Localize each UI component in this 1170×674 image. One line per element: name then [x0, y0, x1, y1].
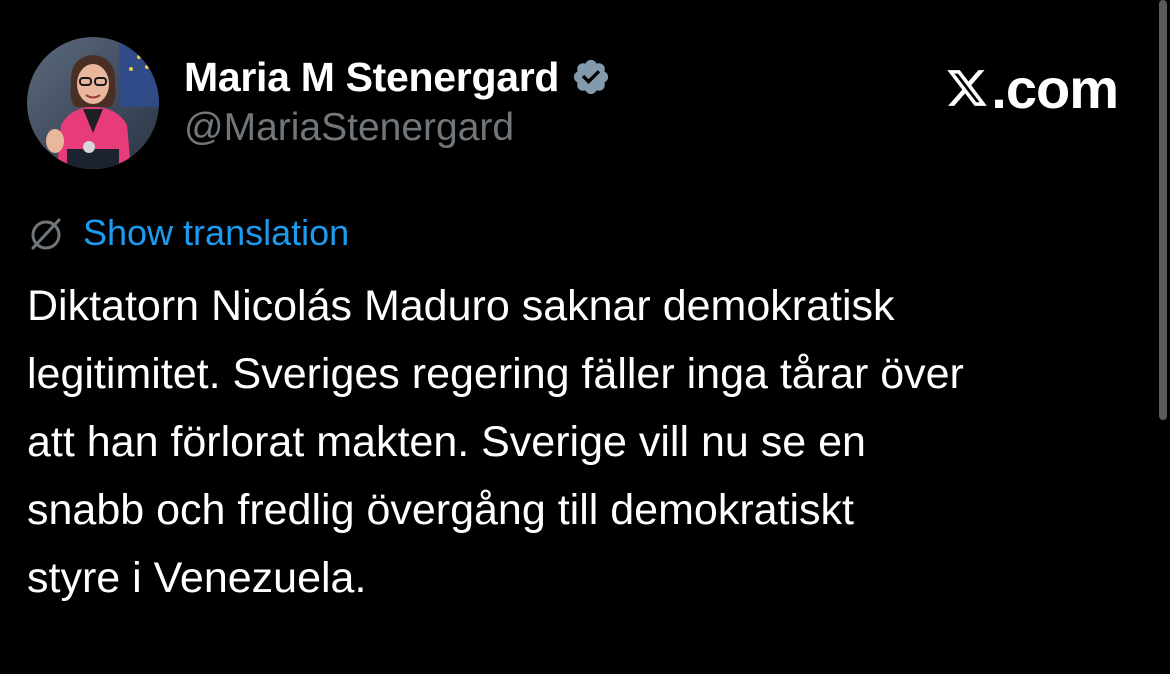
show-translation-link[interactable]: Show translation: [83, 212, 349, 254]
avatar-photo: [27, 37, 159, 169]
tweet-text-line: att han förlorat makten. Sverige vill nu…: [27, 418, 866, 466]
brand-domain-text: .com: [991, 56, 1119, 120]
author-handle[interactable]: @MariaStenergard: [184, 106, 514, 150]
x-logo-icon: [945, 66, 989, 110]
tweet-text-line: legitimitet. Sveriges regering fäller in…: [27, 350, 964, 398]
author-name-row: Maria M Stenergard: [184, 50, 611, 104]
brand-watermark: .com: [945, 56, 1119, 120]
tweet-text-line: styre i Venezuela.: [27, 554, 367, 602]
globe-icon: [27, 214, 65, 252]
author-display-name[interactable]: Maria M Stenergard: [184, 54, 559, 101]
avatar[interactable]: [27, 37, 159, 169]
tweet-text-line: snabb och fredlig övergång till demokrat…: [27, 486, 854, 534]
tweet-body: Diktatorn Nicolás Maduro saknar demokrat…: [27, 272, 1142, 612]
tweet-card: Maria M Stenergard @MariaStenergard .com…: [0, 0, 1170, 674]
scrollbar[interactable]: [1159, 0, 1167, 420]
verified-badge-icon: [571, 57, 611, 97]
show-translation-row[interactable]: Show translation: [27, 207, 349, 259]
tweet-text-line: Diktatorn Nicolás Maduro saknar demokrat…: [27, 282, 895, 330]
